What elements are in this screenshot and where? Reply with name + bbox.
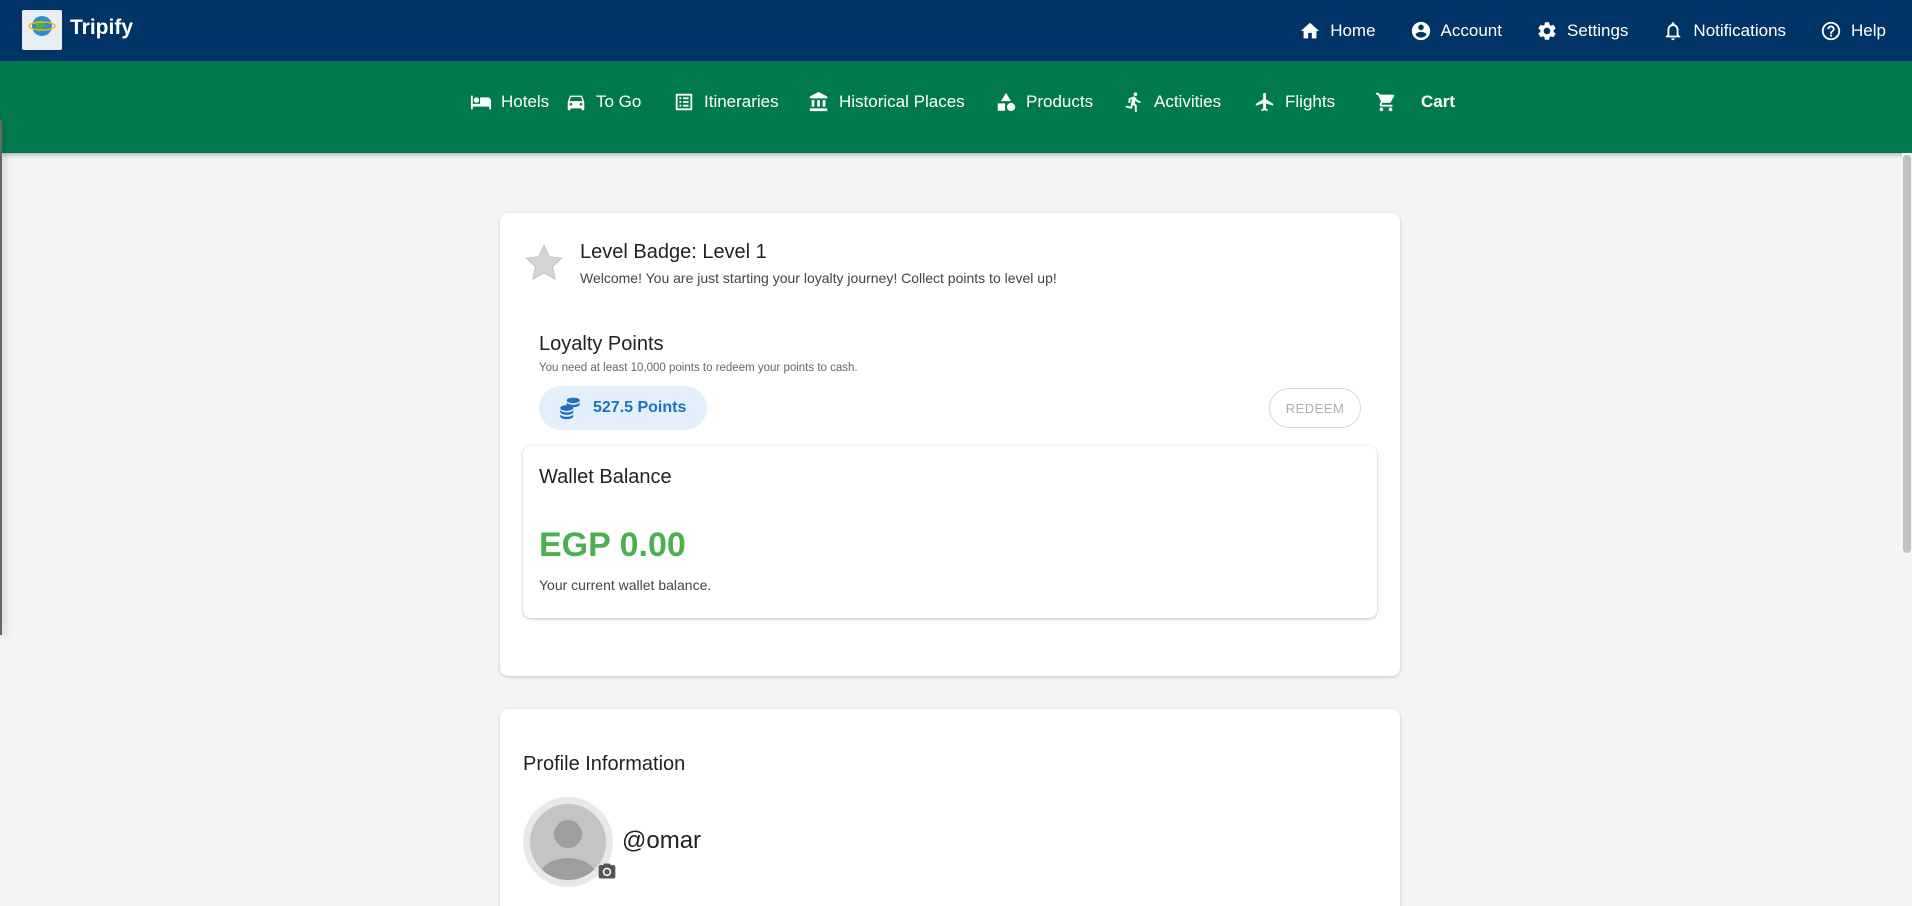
nav-account-label: Account xyxy=(1440,20,1502,40)
cat-hotels-label: Hotels xyxy=(501,92,550,111)
loyalty-points-title: Loyalty Points xyxy=(539,333,664,355)
person-icon xyxy=(530,804,606,880)
drawer-edge[interactable] xyxy=(0,120,2,635)
account-circle-icon xyxy=(1411,21,1430,40)
bed-icon xyxy=(470,95,492,110)
camera-icon[interactable] xyxy=(597,861,617,881)
cat-historical-places-label: Historical Places xyxy=(839,92,965,111)
profile-title: Profile Information xyxy=(523,753,686,775)
wallet-card: Wallet Balance EGP 0.00 Your current wal… xyxy=(523,446,1377,618)
level-badge-description: Welcome! You are just starting your loya… xyxy=(580,270,1057,286)
nav-home-label: Home xyxy=(1330,20,1376,40)
tripify-logo[interactable] xyxy=(22,10,62,50)
points-value: 527.5 Points xyxy=(593,399,687,416)
avatar-placeholder xyxy=(530,804,606,880)
cat-products-label: Products xyxy=(1026,92,1094,111)
cat-products[interactable]: Products xyxy=(995,91,1093,113)
nav-settings-label: Settings xyxy=(1566,20,1629,40)
car-icon xyxy=(567,95,585,111)
nav-help-label: Help xyxy=(1851,20,1886,40)
username: @omar xyxy=(622,827,702,854)
cat-to-go[interactable]: To Go xyxy=(565,91,641,113)
coins-icon xyxy=(560,397,580,420)
shapes-icon xyxy=(997,92,1016,112)
cat-to-go-label: To Go xyxy=(596,92,642,111)
category-bar: Hotels To Go Itineraries Historical Plac… xyxy=(0,61,1912,153)
nav-notifications-label: Notifications xyxy=(1693,20,1787,40)
wallet-description: Your current wallet balance. xyxy=(539,577,712,593)
help-circle-icon xyxy=(1821,21,1841,40)
cat-flights-label: Flights xyxy=(1285,92,1336,111)
cat-flights[interactable]: Flights xyxy=(1254,91,1335,113)
cat-itineraries[interactable]: Itineraries xyxy=(673,91,779,113)
profile-card: Profile Information @omar xyxy=(500,709,1400,906)
loyalty-card: Level Badge: Level 1 Welcome! You are ju… xyxy=(500,213,1400,676)
bell-icon xyxy=(1666,21,1681,40)
airplane-icon xyxy=(1255,92,1274,112)
running-icon xyxy=(1125,92,1141,113)
cat-cart[interactable]: Cart xyxy=(1375,91,1455,113)
level-badge-title: Level Badge: Level 1 xyxy=(580,241,767,263)
redeem-button[interactable]: REDEEM xyxy=(1269,388,1361,428)
top-nav: Home Account Settings Notifications Help xyxy=(1299,0,1886,61)
home-icon xyxy=(1301,22,1320,38)
gear-icon xyxy=(1538,21,1556,40)
cat-cart-label: Cart xyxy=(1421,92,1456,111)
cat-historical-places[interactable]: Historical Places xyxy=(808,91,965,113)
wallet-amount: EGP 0.00 xyxy=(539,526,686,564)
nav-help[interactable]: Help xyxy=(1820,20,1886,42)
points-chip: 527.5 Points xyxy=(539,386,707,430)
nav-settings[interactable]: Settings xyxy=(1536,20,1628,42)
cat-itineraries-label: Itineraries xyxy=(704,92,779,111)
cat-activities[interactable]: Activities xyxy=(1123,91,1221,113)
museum-icon xyxy=(809,91,828,112)
top-bar: Tripify Home Account Settings Notificati… xyxy=(0,0,1912,61)
app-name[interactable]: Tripify xyxy=(70,16,133,40)
cart-icon xyxy=(1375,92,1395,112)
list-icon xyxy=(675,93,693,111)
loyalty-points-note: You need at least 10,000 points to redee… xyxy=(539,362,858,374)
cat-activities-label: Activities xyxy=(1154,92,1222,111)
nav-home[interactable]: Home xyxy=(1299,20,1376,42)
cat-hotels[interactable]: Hotels xyxy=(470,91,549,113)
nav-notifications[interactable]: Notifications xyxy=(1662,20,1786,42)
star-icon xyxy=(525,244,563,280)
wallet-title: Wallet Balance xyxy=(539,466,672,488)
nav-account[interactable]: Account xyxy=(1410,20,1502,42)
scrollbar-thumb[interactable] xyxy=(1903,155,1911,553)
